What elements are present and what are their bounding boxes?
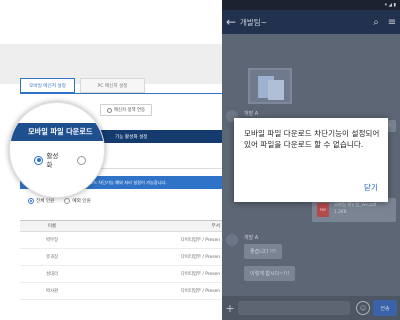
chat-room-title: 개발팀~ <box>240 17 267 27</box>
option-enable[interactable]: 활성화 <box>34 151 63 169</box>
policy-sync-button[interactable]: 메신저 정책 연동 <box>100 104 152 116</box>
col-dept-header: 부서 <box>211 224 220 229</box>
file-size: 1.2KB <box>334 210 347 215</box>
send-button[interactable]: 전송 <box>373 300 397 316</box>
cell-dept: 다이티업부 / Presen <box>180 272 220 277</box>
cell-name: 유과장 <box>45 255 59 260</box>
cell-name: 박부장 <box>45 238 59 243</box>
radio-unselected-icon[interactable] <box>64 198 71 204</box>
tab-underline <box>20 93 222 94</box>
download-blocked-dialog: 모바일 파일 다운로드 차단기능이 설정되어있어 파일을 다운로드 할 수 없습… <box>234 118 388 202</box>
filter-exception-label: 예외 인원 <box>72 199 91 204</box>
image-message[interactable] <box>248 68 292 104</box>
message-input[interactable] <box>238 301 350 315</box>
search-icon[interactable]: ⌕ <box>368 17 384 28</box>
filter-all[interactable]: 전체 인원 <box>28 198 54 204</box>
table-row[interactable]: 박부장 다이티업부 / Presen <box>20 232 222 249</box>
table-row[interactable]: 박사원 다이티업부 / Presen <box>20 283 222 300</box>
radio-unselected-icon[interactable] <box>77 155 86 165</box>
file-name: 모바일 매뉴얼_Ver.pdf <box>334 203 377 208</box>
cell-dept: 다이티업부 / Presen <box>180 255 220 260</box>
radio-selected-icon[interactable] <box>34 155 43 165</box>
policy-sync-label: 메신저 정책 연동 <box>113 108 146 113</box>
menu-icon[interactable]: ≡ <box>384 17 400 28</box>
member-table: 이름 부서 박부장 다이티업부 / Presen 유과장 다이티업부 / Pre… <box>20 220 222 300</box>
chat-app-bar: ← 개발팀~ ⌕ ≡ <box>222 10 400 34</box>
sender-name: 개발 A <box>244 111 259 117</box>
emoji-icon[interactable]: ☺ <box>356 301 370 315</box>
cell-name: 성대리 <box>45 272 59 277</box>
cell-dept: 다이티업부 / Presen <box>180 289 220 294</box>
sender-name: 개발 A <box>244 235 259 241</box>
dialog-close-button[interactable]: 닫기 <box>364 182 378 193</box>
add-attachment-icon[interactable]: + <box>222 302 238 315</box>
message-input-bar: + ☺ 전송 <box>222 296 400 320</box>
received-message: 좋습니다 !!! <box>244 244 283 259</box>
download-toggle-radios: 활성화 <box>34 151 104 169</box>
tab-pc-settings[interactable]: PC 메신저 설정 <box>80 78 145 93</box>
refresh-icon <box>106 107 112 113</box>
radio-selected-icon[interactable] <box>28 198 34 204</box>
table-row[interactable]: 유과장 다이티업부 / Presen <box>20 249 222 266</box>
back-arrow-icon[interactable]: ← <box>222 15 240 29</box>
received-message: 이렇게 합시다~!!! <box>244 266 296 281</box>
option-disable[interactable] <box>77 155 90 165</box>
col-name-header: 이름 <box>47 224 57 229</box>
member-filter: 전체 인원 예외 인원 <box>28 198 101 204</box>
doc-thumbnail <box>268 80 284 100</box>
setting-header-label: 기능 활성화 설정 <box>115 134 148 140</box>
avatar[interactable] <box>226 234 238 246</box>
magnified-setting-header: 모바일 파일 다운로드 <box>10 123 104 141</box>
tab-mobile-settings[interactable]: 모바일 메신저 설정 <box>20 78 75 93</box>
table-header: 이름 부서 <box>20 220 222 232</box>
filter-all-label: 전체 인원 <box>36 199 55 204</box>
option-enable-label: 활성화 <box>46 152 59 169</box>
table-row[interactable]: 성대리 다이티업부 / Presen <box>20 266 222 283</box>
pdf-file-icon: PDF <box>317 203 329 217</box>
cell-name: 박사원 <box>45 289 59 294</box>
magnifier-callout: 모바일 파일 다운로드 활성화 <box>9 102 105 198</box>
admin-settings-page: 모바일 메신저 설정 PC 메신저 설정 메신저 정책 연동 기능 활성화 설정… <box>0 0 222 320</box>
dialog-message: 모바일 파일 다운로드 차단기능이 설정되어있어 파일을 다운로드 할 수 없습… <box>244 129 380 149</box>
cell-dept: 다이티업부 / Presen <box>180 238 220 243</box>
status-bar: ▾ ◢ ▮ <box>222 0 400 10</box>
filter-exception[interactable]: 예외 인원 <box>64 198 91 204</box>
